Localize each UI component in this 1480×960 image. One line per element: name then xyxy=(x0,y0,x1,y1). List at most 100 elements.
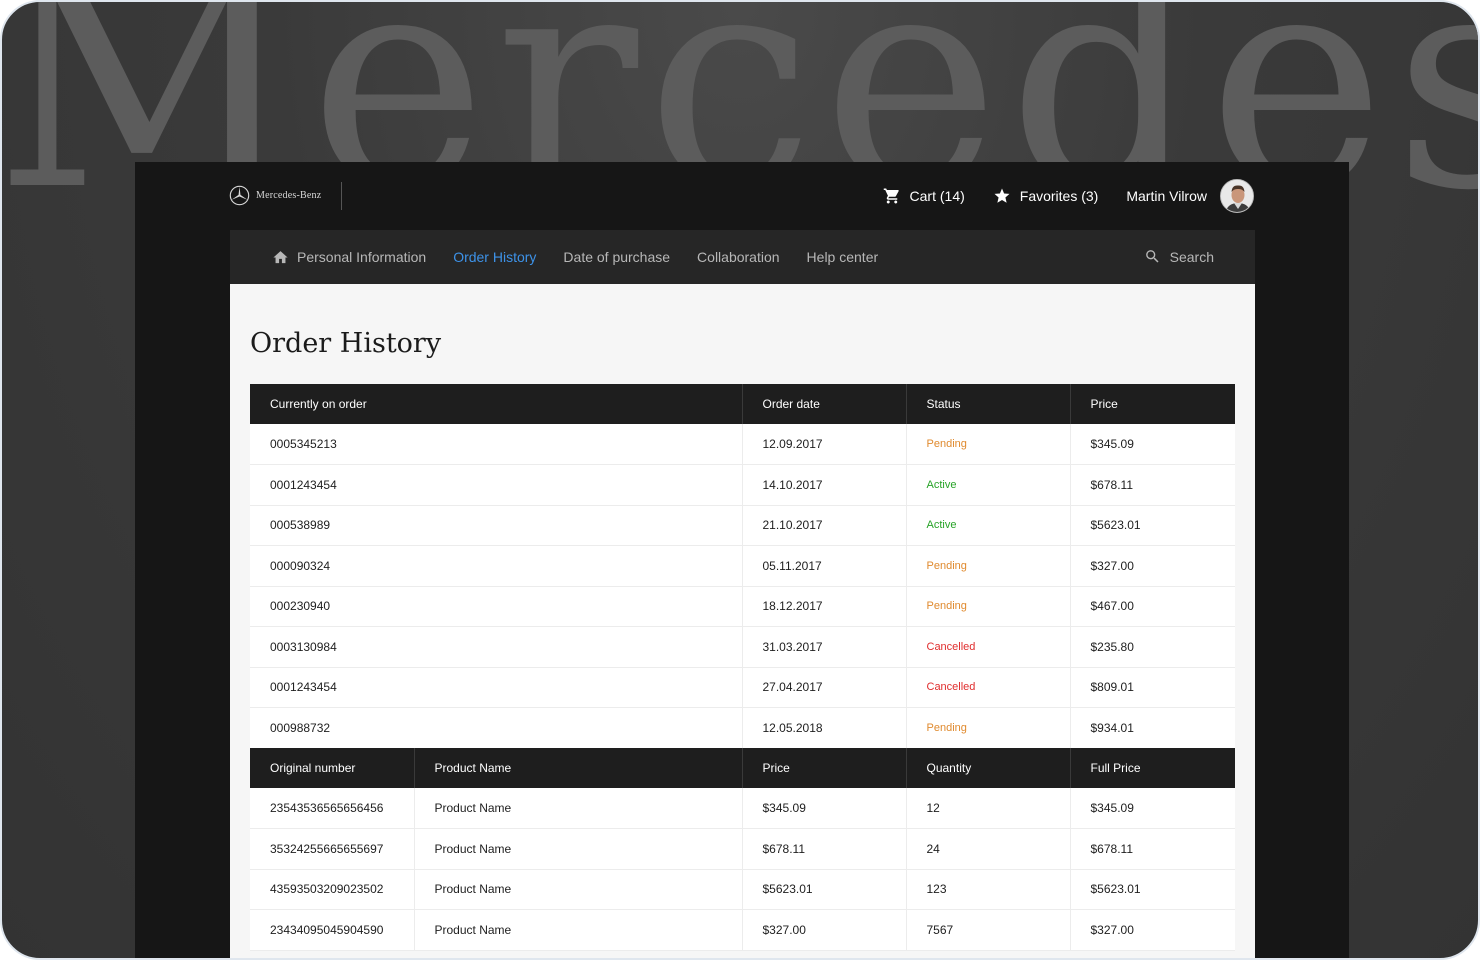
order-id: 000230940 xyxy=(250,586,743,627)
original-number: 43593503209023502 xyxy=(250,869,415,910)
cart-label: Cart (14) xyxy=(909,188,965,204)
order-id: 0003130984 xyxy=(250,626,743,668)
order-id: 0001243454 xyxy=(250,667,743,708)
order-id: 000090324 xyxy=(250,545,743,587)
brand-logo[interactable]: Mercedes-Benz xyxy=(229,185,321,206)
item-price: $327.00 xyxy=(742,909,907,951)
item-full-price: $327.00 xyxy=(1070,909,1235,951)
status-badge: Active xyxy=(906,505,1071,546)
order-price: $934.01 xyxy=(1070,707,1235,749)
order-date: 12.05.2018 xyxy=(742,707,907,749)
order-price: $467.00 xyxy=(1070,586,1235,627)
table-row[interactable]: 000230940 18.12.2017 Pending $467.00 xyxy=(250,586,1235,627)
nav-item-help-center[interactable]: Help center xyxy=(807,249,879,265)
search-button[interactable]: Search xyxy=(1144,248,1214,265)
column-header-full-price[interactable]: Full Price xyxy=(1070,748,1235,788)
item-full-price: $678.11 xyxy=(1070,828,1235,870)
page-title: Order History xyxy=(250,328,442,359)
column-header-order-date[interactable]: Order date xyxy=(742,384,907,424)
brand-logo-text: Mercedes-Benz xyxy=(256,190,322,201)
search-icon xyxy=(1145,250,1159,263)
status-badge: Active xyxy=(906,464,1071,506)
table-row[interactable]: 0001243454 27.04.2017 Cancelled $809.01 xyxy=(250,667,1235,708)
table-row[interactable]: 23543536565656456 Product Name $345.09 1… xyxy=(250,788,1235,829)
column-header-product-name[interactable]: Product Name xyxy=(414,748,743,788)
item-price: $678.11 xyxy=(742,828,907,870)
cart-icon xyxy=(883,188,899,204)
table-row[interactable]: 000538989 21.10.2017 Active $5623.01 xyxy=(250,505,1235,546)
item-quantity: 24 xyxy=(906,828,1071,870)
item-price: $5623.01 xyxy=(742,869,907,910)
column-header-status[interactable]: Status xyxy=(906,384,1071,424)
item-price: $345.09 xyxy=(742,788,907,829)
table-row[interactable]: 000988732 12.05.2018 Pending $934.01 xyxy=(250,707,1235,749)
app-window: Mercedes-Benz Cart (14) Favorites (3) Ma… xyxy=(135,162,1349,958)
window-frame: Mercedes-B Mercedes-Benz Cart (14) Favor… xyxy=(0,0,1480,960)
column-header-quantity[interactable]: Quantity xyxy=(906,748,1071,788)
logo-divider xyxy=(341,182,342,210)
column-header-price[interactable]: Price xyxy=(742,748,907,788)
favorites-button[interactable]: Favorites (3) xyxy=(993,187,1099,205)
star-icon xyxy=(994,188,1010,203)
orders-table: Currently on order Order date Status Pri… xyxy=(250,384,1235,749)
table-row[interactable]: 000090324 05.11.2017 Pending $327.00 xyxy=(250,545,1235,587)
status-badge: Pending xyxy=(906,707,1071,749)
column-header-price[interactable]: Price xyxy=(1070,384,1235,424)
avatar[interactable] xyxy=(1220,179,1254,213)
nav-item-date-of-purchase[interactable]: Date of purchase xyxy=(563,249,670,265)
column-header-order[interactable]: Currently on order xyxy=(250,384,743,424)
order-items-table: Original number Product Name Price Quant… xyxy=(250,748,1235,951)
nav-item-personal-information[interactable]: Personal Information xyxy=(272,249,426,266)
mercedes-star-icon xyxy=(229,185,250,206)
item-quantity: 12 xyxy=(906,788,1071,829)
order-price: $678.11 xyxy=(1070,464,1235,506)
product-name: Product Name xyxy=(414,788,743,829)
user-name[interactable]: Martin Vilrow xyxy=(1126,188,1207,204)
table-row[interactable]: 0005345213 12.09.2017 Pending $345.09 xyxy=(250,424,1235,465)
nav-item-collaboration[interactable]: Collaboration xyxy=(697,249,780,265)
orders-header-row: Currently on order Order date Status Pri… xyxy=(250,384,1235,424)
order-date: 14.10.2017 xyxy=(742,464,907,506)
order-id: 000988732 xyxy=(250,707,743,749)
cart-button[interactable]: Cart (14) xyxy=(883,187,965,205)
item-quantity: 123 xyxy=(906,869,1071,910)
product-name: Product Name xyxy=(414,828,743,870)
column-header-original-number[interactable]: Original number xyxy=(250,748,415,788)
original-number: 35324255665655697 xyxy=(250,828,415,870)
order-price: $235.80 xyxy=(1070,626,1235,668)
table-row[interactable]: 0003130984 31.03.2017 Cancelled $235.80 xyxy=(250,626,1235,668)
nav-bar: Personal Information Order History Date … xyxy=(230,230,1255,284)
order-date: 18.12.2017 xyxy=(742,586,907,627)
order-date: 31.03.2017 xyxy=(742,626,907,668)
user-photo xyxy=(1221,180,1253,212)
status-badge: Cancelled xyxy=(906,667,1071,708)
product-name: Product Name xyxy=(414,869,743,910)
status-badge: Cancelled xyxy=(906,626,1071,668)
order-date: 12.09.2017 xyxy=(742,424,907,465)
table-row[interactable]: 23434095045904590 Product Name $327.00 7… xyxy=(250,909,1235,951)
favorites-label: Favorites (3) xyxy=(1019,188,1099,204)
status-badge: Pending xyxy=(906,586,1071,627)
status-badge: Pending xyxy=(906,424,1071,465)
order-price: $345.09 xyxy=(1070,424,1235,465)
table-row[interactable]: 35324255665655697 Product Name $678.11 2… xyxy=(250,828,1235,870)
table-row[interactable]: 0001243454 14.10.2017 Active $678.11 xyxy=(250,464,1235,506)
table-row[interactable]: 43593503209023502 Product Name $5623.01 … xyxy=(250,869,1235,910)
main-content: Order History Currently on order Order d… xyxy=(230,284,1255,958)
item-full-price: $5623.01 xyxy=(1070,869,1235,910)
order-price: $809.01 xyxy=(1070,667,1235,708)
product-name: Product Name xyxy=(414,909,743,951)
status-badge: Pending xyxy=(906,545,1071,587)
item-quantity: 7567 xyxy=(906,909,1071,951)
top-bar: Mercedes-Benz Cart (14) Favorites (3) Ma… xyxy=(135,162,1349,230)
nav-item-order-history[interactable]: Order History xyxy=(453,249,536,265)
order-id: 0001243454 xyxy=(250,464,743,506)
nav-item-label: Personal Information xyxy=(297,249,427,265)
search-label: Search xyxy=(1169,248,1214,265)
home-icon xyxy=(273,250,288,263)
order-date: 21.10.2017 xyxy=(742,505,907,546)
order-date: 27.04.2017 xyxy=(742,667,907,708)
original-number: 23434095045904590 xyxy=(250,909,415,951)
top-actions: Cart (14) Favorites (3) Martin Vilrow xyxy=(883,179,1254,213)
original-number: 23543536565656456 xyxy=(250,788,415,829)
